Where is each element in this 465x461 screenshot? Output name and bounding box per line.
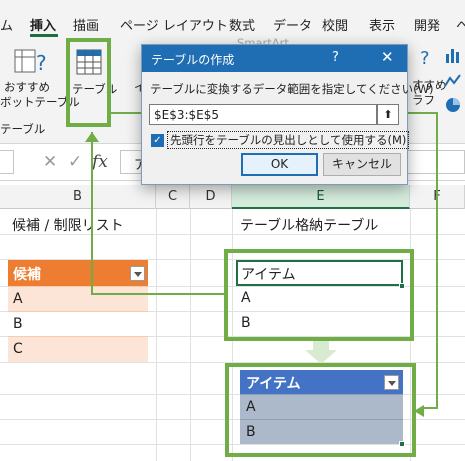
dialog-title: テーブルの作成 bbox=[151, 53, 235, 67]
column-header-b[interactable]: B bbox=[0, 185, 156, 209]
gridline bbox=[190, 209, 191, 461]
filter-dropdown-icon[interactable] bbox=[130, 266, 145, 281]
source-row-c: C bbox=[13, 341, 23, 357]
table-row[interactable]: A bbox=[8, 286, 148, 312]
cancel-button[interactable]: キャンセル bbox=[323, 153, 401, 176]
svg-text:?: ? bbox=[420, 48, 430, 69]
help-icon[interactable]: ? bbox=[332, 50, 339, 65]
cell-b-title[interactable]: 候補 / 制限リスト bbox=[12, 215, 124, 235]
name-box-partial[interactable] bbox=[0, 150, 14, 174]
tab-review[interactable]: 校閲 bbox=[322, 15, 348, 34]
tab-data[interactable]: データ bbox=[273, 15, 312, 34]
header-row-checkbox[interactable]: ✓ bbox=[151, 134, 164, 147]
header-row-checkbox-label[interactable]: 先頭行をテーブルの見出しとして使用する(M) bbox=[167, 131, 410, 149]
collapse-dialog-button[interactable]: ⬆ bbox=[377, 104, 399, 125]
bar-chart-icon[interactable] bbox=[444, 46, 462, 68]
table-row[interactable]: C bbox=[8, 336, 148, 362]
range-prompt-label: テーブルに変換するデータ範囲を指定してください(W) bbox=[150, 82, 434, 96]
column-header-e[interactable]: E bbox=[232, 185, 410, 209]
line-chart-icon[interactable] bbox=[444, 72, 462, 94]
callout-line bbox=[111, 112, 141, 114]
callout-line bbox=[407, 112, 437, 114]
confirm-entry-icon[interactable]: ✓ bbox=[68, 152, 82, 172]
tab-view[interactable]: 表示 bbox=[369, 15, 395, 34]
gridline bbox=[156, 209, 157, 461]
insert-function-icon[interactable]: fx bbox=[92, 152, 108, 172]
ok-button[interactable]: OK bbox=[241, 153, 318, 176]
range-input[interactable] bbox=[149, 104, 377, 125]
pie-chart-icon[interactable] bbox=[444, 96, 462, 118]
dialog-titlebar[interactable]: テーブルの作成 ? ✕ bbox=[142, 45, 407, 72]
tab-help-partial[interactable]: ヘ bbox=[456, 15, 465, 34]
source-row-a: A bbox=[13, 291, 23, 307]
column-header-c[interactable]: C bbox=[156, 185, 190, 209]
callout-line bbox=[436, 112, 438, 409]
tab-home-partial[interactable]: ム bbox=[0, 15, 13, 34]
column-headers: B C D E F bbox=[0, 185, 465, 209]
active-tab-indicator bbox=[30, 34, 58, 37]
svg-text:?: ? bbox=[36, 51, 47, 75]
recommended-chart-icon[interactable]: ? bbox=[418, 46, 436, 74]
callout-line bbox=[91, 132, 93, 295]
tab-page-layout[interactable]: ページ レイアウト bbox=[120, 15, 228, 34]
create-table-dialog: テーブルの作成 ? ✕ テーブルに変換するデータ範囲を指定してください(W) ⬆… bbox=[141, 44, 433, 185]
tab-draw[interactable]: 描画 bbox=[73, 15, 99, 34]
tab-developer[interactable]: 開発 bbox=[414, 15, 440, 34]
recommended-pivot-label-1[interactable]: おすすめ bbox=[4, 80, 50, 95]
tab-insert[interactable]: 挿入 bbox=[30, 15, 56, 34]
arrow-left-icon bbox=[414, 402, 424, 421]
cancel-entry-icon[interactable]: ✕ bbox=[43, 152, 57, 172]
callout-box-result bbox=[225, 363, 416, 457]
tab-formulas[interactable]: 数式 bbox=[229, 15, 255, 34]
recommended-pivot-icon: ? bbox=[14, 48, 48, 80]
close-icon[interactable]: ✕ bbox=[381, 48, 394, 66]
cell-e-title[interactable]: テーブル格納テーブル bbox=[240, 215, 378, 235]
callout-line bbox=[91, 293, 148, 295]
callout-box-selection bbox=[224, 249, 414, 341]
table-row[interactable]: B bbox=[8, 311, 148, 337]
source-table-header[interactable]: 候補 bbox=[8, 260, 148, 286]
column-header-d[interactable]: D bbox=[190, 185, 232, 209]
callout-box-table-button bbox=[66, 38, 111, 127]
collapse-arrow-icon: ⬆ bbox=[383, 108, 393, 121]
arrow-up-icon bbox=[85, 127, 99, 146]
source-row-b: B bbox=[13, 316, 23, 332]
ribbon-group-label-tables: テーブル bbox=[0, 122, 46, 136]
source-table-header-text: 候補 bbox=[13, 267, 41, 283]
callout-line bbox=[148, 293, 226, 295]
